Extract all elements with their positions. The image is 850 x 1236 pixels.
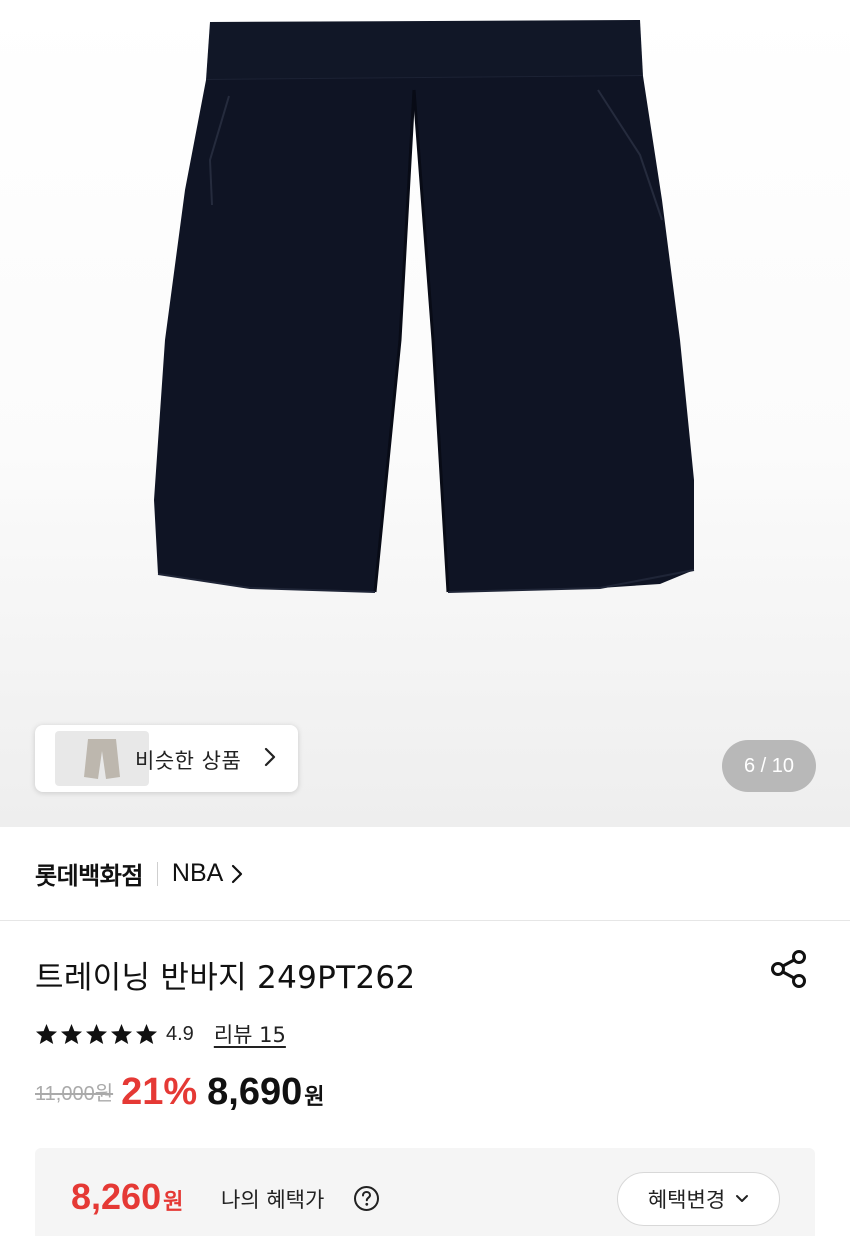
change-benefit-label: 혜택변경 [647,1188,726,1212]
share-icon[interactable] [768,948,810,990]
store-brand-row: 롯데백화점 NBA [0,827,850,921]
rating-stars [35,1023,158,1045]
sale-price: 8,690 [207,1071,303,1113]
discount-rate: 21% [121,1071,198,1113]
brand-name: NBA [171,859,224,887]
review-count-link[interactable]: 리뷰 15 [214,1019,286,1049]
similar-products-label: 비슷한 상품 [135,749,242,773]
star-icon [35,1023,58,1045]
product-image-gallery[interactable]: 비슷한 상품 6 / 10 [0,0,850,827]
rating-row: 4.9 리뷰 15 [35,1019,286,1049]
chevron-right-icon [264,747,276,767]
product-image [154,20,695,593]
brand-link[interactable]: NBA [172,859,243,888]
star-icon [60,1023,83,1045]
sale-price-unit: 원 [304,1085,325,1110]
original-price: 11,000원 [35,1083,114,1105]
chevron-down-icon [736,1195,749,1202]
price-row: 11,000원 21% 8,690 원 [35,1071,325,1121]
star-icon [85,1023,108,1045]
benefit-price-label: 나의 혜택가 [221,1188,325,1212]
benefit-price-unit: 원 [163,1190,184,1215]
change-benefit-button[interactable]: 혜택변경 [617,1172,780,1226]
star-icon [110,1023,133,1045]
divider [156,861,158,886]
benefit-price: 8,260 원 [71,1176,183,1218]
benefit-price-box: 8,260 원 나의 혜택가 혜택변경 [35,1148,815,1236]
star-icon [135,1023,158,1045]
benefit-price-amount: 8,260 [71,1176,162,1217]
similar-products-button[interactable]: 비슷한 상품 [35,725,298,792]
rating-value: 4.9 [166,1022,194,1045]
image-page-indicator: 6 / 10 [722,740,816,792]
product-title: 트레이닝 반바지 249PT262 [35,960,416,996]
question-circle-icon[interactable] [353,1185,380,1212]
chevron-right-icon [232,864,243,883]
store-name[interactable]: 롯데백화점 [35,856,143,891]
